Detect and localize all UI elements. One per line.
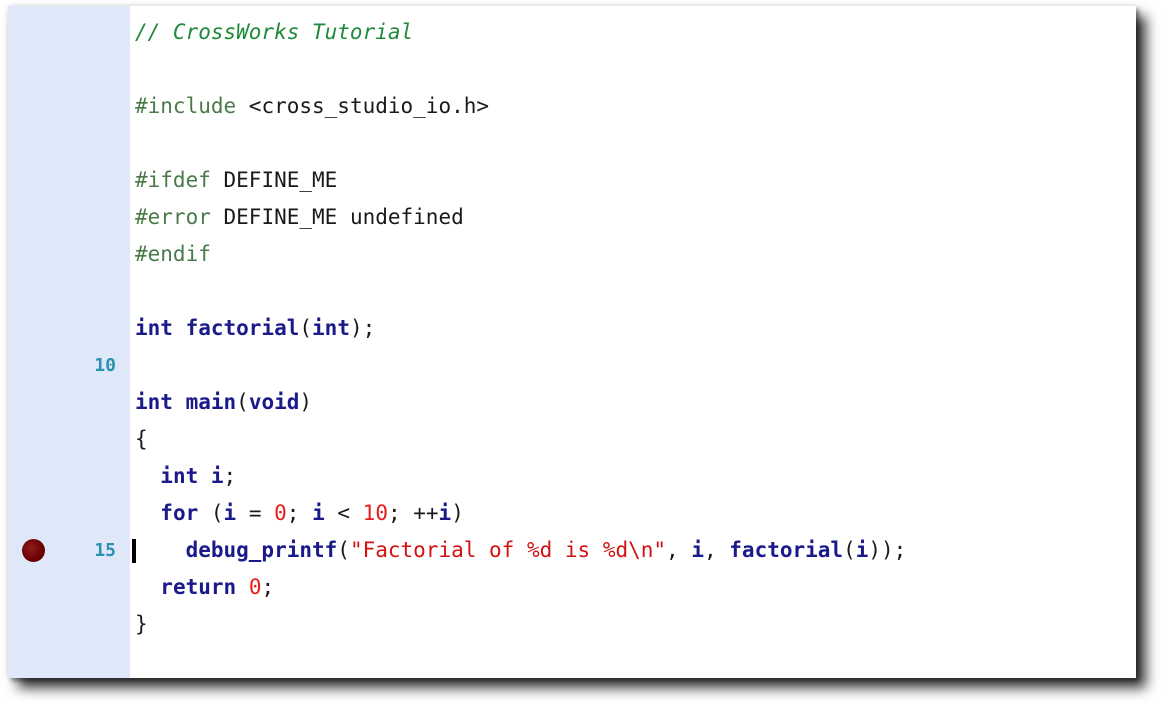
code-token: DEFINE_ME xyxy=(223,168,338,192)
code-line[interactable]: #include <cross_studio_io.h> xyxy=(8,88,1136,125)
code-token: i xyxy=(855,538,869,562)
code-token: ; xyxy=(223,464,237,488)
code-token: #ifdef xyxy=(135,168,224,192)
code-line[interactable]: 15 debug_printf("Factorial of %d is %d\n… xyxy=(8,532,1136,569)
code-text: return 0; xyxy=(135,569,274,606)
code-token: < xyxy=(324,501,363,525)
line-number: 15 xyxy=(94,540,116,561)
code-token: i xyxy=(312,501,325,525)
code-token: 0 xyxy=(274,501,287,525)
code-token: for xyxy=(160,501,211,525)
code-token: i xyxy=(438,501,452,525)
code-line[interactable]: int i; xyxy=(8,458,1136,495)
code-line[interactable]: int factorial(int); xyxy=(8,310,1136,347)
code-line[interactable]: #error DEFINE_ME undefined xyxy=(8,199,1136,236)
code-token: ; xyxy=(261,575,275,599)
code-token: )); xyxy=(868,538,907,562)
code-token: { xyxy=(135,427,148,451)
code-line[interactable]: return 0; xyxy=(8,569,1136,606)
code-token: i xyxy=(210,464,224,488)
code-token: i xyxy=(223,501,237,525)
code-line[interactable]: 10 xyxy=(8,347,1136,384)
code-token: factorial xyxy=(185,316,300,340)
code-token: "Factorial of %d is %d\n" xyxy=(349,538,667,562)
code-token: #endif xyxy=(135,242,211,266)
code-text: int i; xyxy=(135,458,236,495)
code-text: #error DEFINE_ME undefined xyxy=(135,199,464,236)
code-token: void xyxy=(248,390,300,414)
code-line[interactable]: #endif xyxy=(8,236,1136,273)
code-token: 0 xyxy=(248,575,262,599)
code-token: , xyxy=(666,538,692,562)
code-text: int main(void) xyxy=(135,384,312,421)
code-token: ) xyxy=(451,501,464,525)
code-token: main xyxy=(185,390,237,414)
code-text: #include <cross_studio_io.h> xyxy=(135,88,489,125)
code-text: #endif xyxy=(135,236,211,273)
code-line[interactable]: // CrossWorks Tutorial xyxy=(8,14,1136,51)
code-token: int xyxy=(135,390,186,414)
code-token: ; xyxy=(286,501,313,525)
code-text: { xyxy=(135,421,148,458)
code-text: // CrossWorks Tutorial xyxy=(135,14,413,51)
code-token: int xyxy=(135,316,186,340)
code-token: = xyxy=(236,501,275,525)
code-text: int factorial(int); xyxy=(135,310,375,347)
code-token: ( xyxy=(299,316,313,340)
code-editor[interactable]: // CrossWorks Tutorial #include <cross_st… xyxy=(8,6,1136,678)
code-token: // CrossWorks Tutorial xyxy=(135,20,414,44)
code-token: debug_printf xyxy=(185,538,338,562)
code-token: int xyxy=(160,464,211,488)
code-text: for (i = 0; i < 10; ++i) xyxy=(135,495,464,532)
code-line[interactable] xyxy=(8,273,1136,310)
code-token: ); xyxy=(349,316,376,340)
code-token: ; ++ xyxy=(387,501,439,525)
code-token: , xyxy=(703,538,730,562)
code-token: ( xyxy=(843,538,856,562)
code-token: int xyxy=(312,316,350,340)
code-token: ( xyxy=(337,538,350,562)
code-token: ) xyxy=(299,390,313,414)
code-line[interactable] xyxy=(8,51,1136,88)
code-line[interactable]: for (i = 0; i < 10; ++i) xyxy=(8,495,1136,532)
line-number: 10 xyxy=(94,355,116,376)
code-token: ( xyxy=(236,390,249,414)
code-token: #include xyxy=(135,94,249,118)
code-token: } xyxy=(135,612,148,636)
code-line[interactable] xyxy=(8,125,1136,162)
code-text: } xyxy=(135,606,148,643)
code-token: ( xyxy=(210,501,224,525)
code-token: #error xyxy=(135,205,224,229)
code-line[interactable]: } xyxy=(8,606,1136,643)
code-line[interactable]: #ifdef DEFINE_ME xyxy=(8,162,1136,199)
code-token: return xyxy=(160,575,249,599)
code-token: factorial xyxy=(729,538,844,562)
code-token: 10 xyxy=(362,501,388,525)
code-text: #ifdef DEFINE_ME xyxy=(135,162,337,199)
code-text: debug_printf("Factorial of %d is %d\n", … xyxy=(135,532,907,569)
code-line[interactable]: int main(void) xyxy=(8,384,1136,421)
code-token: DEFINE_ME undefined xyxy=(223,205,464,229)
code-token: <cross_studio_io.h> xyxy=(248,94,490,118)
code-token: i xyxy=(691,538,704,562)
code-line[interactable]: { xyxy=(8,421,1136,458)
